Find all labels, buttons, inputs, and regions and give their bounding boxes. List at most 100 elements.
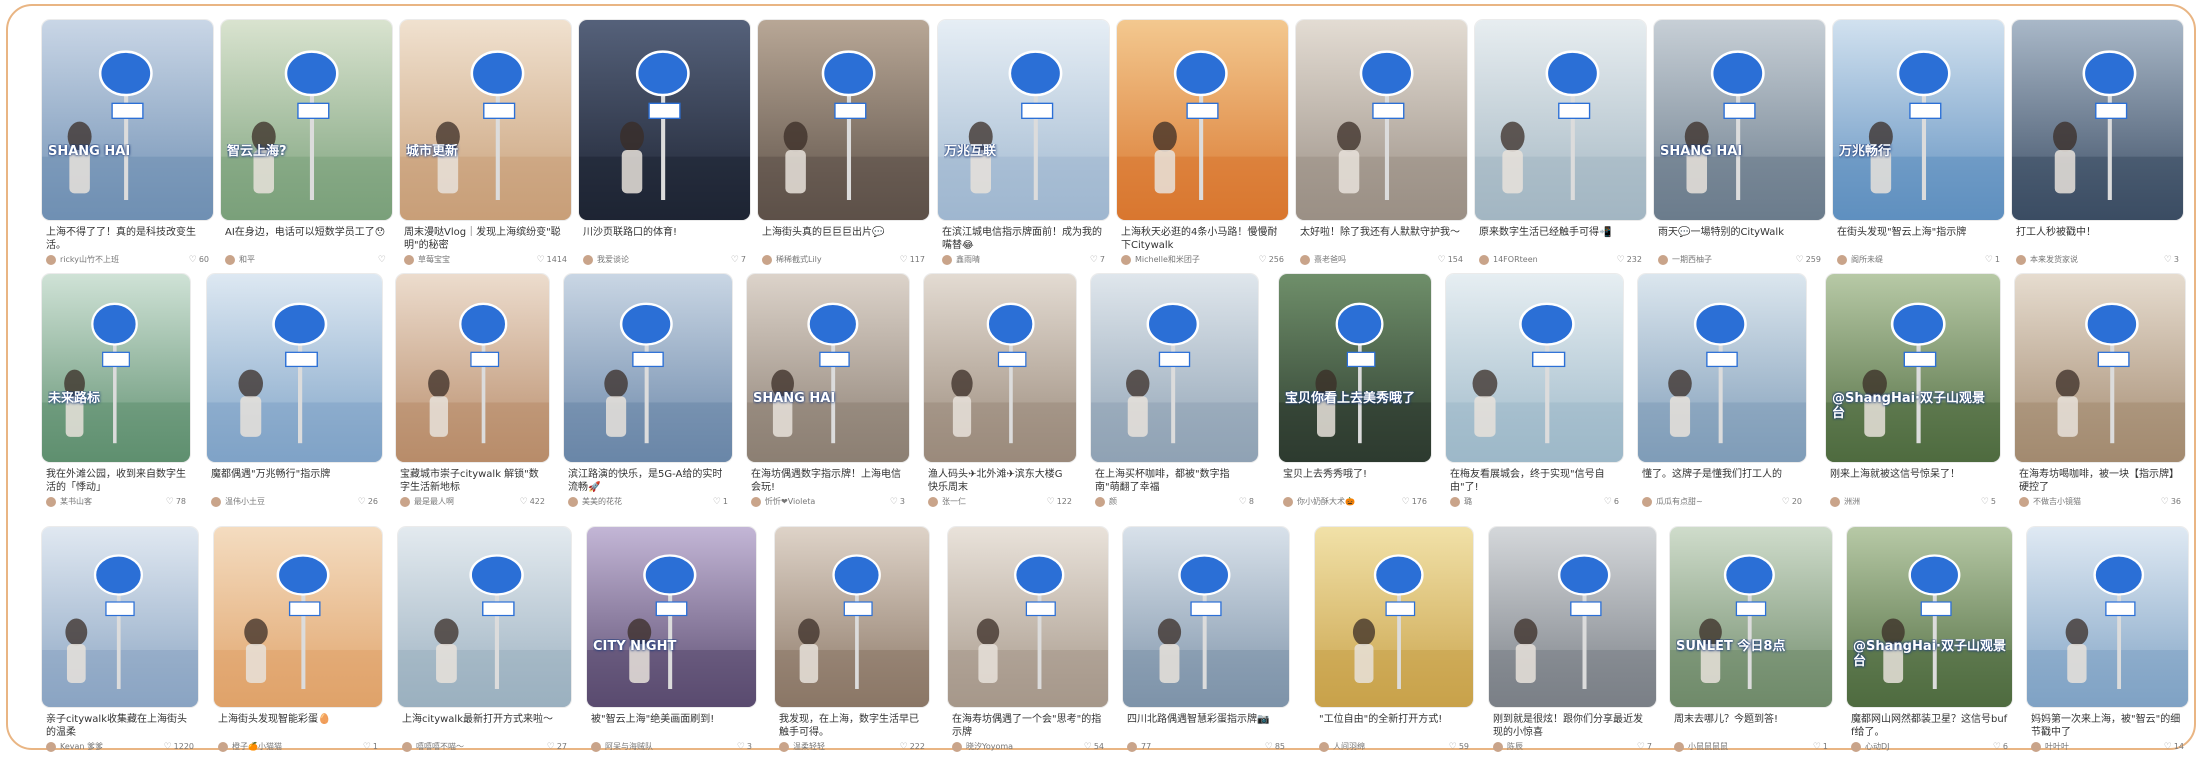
like-button[interactable]: ♡ 232 <box>1617 254 1642 266</box>
author-name[interactable]: 某书山客 <box>60 496 140 508</box>
author-name[interactable]: 14FORteen <box>1493 254 1596 266</box>
avatar[interactable] <box>404 255 414 265</box>
avatar[interactable] <box>779 742 789 752</box>
like-button[interactable]: ♡ 222 <box>900 741 925 753</box>
note-title[interactable]: 亲子citywalk收集藏在上海街头的温柔 <box>46 713 194 739</box>
like-button[interactable]: ♡ 1 <box>363 741 378 753</box>
like-button[interactable]: ♡ 8 <box>1239 496 1254 508</box>
like-button[interactable]: ♡ 85 <box>1265 741 1285 753</box>
like-button[interactable]: ♡ <box>378 254 388 266</box>
author-name[interactable]: 草莓宝宝 <box>418 254 521 266</box>
note-card[interactable]: 在上海买杯咖啡，都被"数字指南"萌翻了幸福颜 ♡ 8 <box>1091 274 1258 512</box>
note-cover-image[interactable] <box>1475 20 1646 220</box>
note-cover-image[interactable] <box>1117 20 1288 220</box>
note-title[interactable]: 滨江路演的快乐，是5G-A给的实时流畅🚀 <box>568 468 728 494</box>
note-card[interactable]: 打工人秒被戳中！ 本来发货家说 ♡ 3 <box>2012 20 2183 270</box>
note-cover-image[interactable] <box>1489 527 1656 707</box>
avatar[interactable] <box>952 742 962 752</box>
author-name[interactable]: 不做吉小镜猫 <box>2033 496 2135 508</box>
avatar[interactable] <box>225 255 235 265</box>
note-card[interactable]: 刚到就是很炫！跟你们分享最近发现的小惊喜 陈辰 ♡ 7 <box>1489 527 1656 757</box>
note-title[interactable]: 上海citywalk最新打开方式来啦～ <box>402 713 567 726</box>
avatar[interactable] <box>46 742 56 752</box>
note-cover-image[interactable] <box>207 274 382 462</box>
note-title[interactable]: 在梅友看展城会，终于实现"信号自由"了! <box>1450 468 1619 494</box>
avatar[interactable] <box>591 742 601 752</box>
author-name[interactable]: 阿呆与海贼队 <box>605 741 706 753</box>
note-title[interactable]: 妈妈第一次来上海，被"智云"的细节戳中了 <box>2031 713 2184 739</box>
note-card[interactable]: CITY NIGHT 被"智云上海"绝美画面刷到! 阿呆与海贼队 ♡ 3 <box>587 527 756 757</box>
author-name[interactable]: 嘻嘻嘻不喵～ <box>416 741 521 753</box>
note-card[interactable]: 太好啦！除了我还有人默默守护我～ 熹老爸吗 ♡ 154 <box>1296 20 1467 270</box>
like-button[interactable]: ♡ 54 <box>1084 741 1104 753</box>
note-cover-image[interactable]: 宝贝你看上去美秀哦了 <box>1279 274 1431 462</box>
note-title[interactable]: 原来数字生活已经触手可得📲 <box>1479 226 1642 239</box>
avatar[interactable] <box>2031 742 2041 752</box>
note-title[interactable]: 我发现，在上海，数字生活早已触手可得。 <box>779 713 925 739</box>
note-cover-image[interactable] <box>579 20 750 220</box>
author-name[interactable]: 晓汐Yoyoma <box>966 741 1058 753</box>
author-name[interactable]: 熹老爸吗 <box>1314 254 1417 266</box>
note-title[interactable]: 在海坊偶遇数字指示牌！上海电信会玩! <box>751 468 905 494</box>
note-title[interactable]: 川沙页联路口的体育! <box>583 226 746 239</box>
note-title[interactable]: 宝藏城市崇子citywalk 解锁"数字生活新地标 <box>400 468 545 494</box>
note-cover-image[interactable] <box>2027 527 2188 707</box>
like-button[interactable]: ♡ 36 <box>2161 496 2181 508</box>
note-title[interactable]: 在滨江城电信指示牌面前！成为我的嘴替😂 <box>942 226 1105 252</box>
note-card[interactable]: 在海寿坊喝咖啡，被一块【指示牌】硬控了 不做吉小镜猫 ♡ 36 <box>2015 274 2185 512</box>
like-button[interactable]: ♡ 6 <box>1993 741 2008 753</box>
note-title[interactable]: 在街头发现"智云上海"指示牌 <box>1837 226 2000 239</box>
author-name[interactable]: 璐 <box>1464 496 1573 508</box>
note-cover-image[interactable] <box>1091 274 1258 462</box>
note-title[interactable]: 上海不得了了！真的是科技改变生活。 <box>46 226 209 252</box>
note-title[interactable]: 在海寿坊偶遇了一个会"思考"的指示牌 <box>952 713 1104 739</box>
like-button[interactable]: ♡ 27 <box>547 741 567 753</box>
avatar[interactable] <box>1121 255 1131 265</box>
author-name[interactable]: 颜 <box>1109 496 1208 508</box>
note-card[interactable]: SHANG HAI 上海不得了了！真的是科技改变生活。 ricky山竹不上班 ♡ 60 <box>42 20 213 270</box>
note-cover-image[interactable]: 智云上海? <box>221 20 392 220</box>
like-button[interactable]: ♡ 259 <box>1796 254 1821 266</box>
note-card[interactable]: 魔都偶遇"万兆畅行"指示牌 温伟小土豆 ♡ 26 <box>207 274 382 512</box>
avatar[interactable] <box>942 255 952 265</box>
note-title[interactable]: 宝贝上去秀秀哦了! <box>1283 468 1427 481</box>
like-button[interactable]: ♡ 60 <box>189 254 209 266</box>
note-card[interactable]: 智云上海? AI在身边，电话可以短数学员工了😯 和平 ♡ <box>221 20 392 270</box>
avatar[interactable] <box>1493 742 1503 752</box>
author-name[interactable]: 和平 <box>239 254 342 266</box>
note-card[interactable]: 上海citywalk最新打开方式来啦～ 嘻嘻嘻不喵～ ♡ 27 <box>398 527 571 757</box>
like-button[interactable]: ♡ 7 <box>1090 254 1105 266</box>
like-button[interactable]: ♡ 6 <box>1604 496 1619 508</box>
like-button[interactable]: ♡ 1220 <box>164 741 194 753</box>
author-name[interactable]: 一期西柚子 <box>1672 254 1775 266</box>
like-button[interactable]: ♡ 122 <box>1047 496 1072 508</box>
author-name[interactable]: Kevan 爹爹 <box>60 741 148 753</box>
note-card[interactable]: 未来路标 我在外滩公园，收到来自数字生活的「悸动」 某书山客 ♡ 78 <box>42 274 190 512</box>
like-button[interactable]: ♡ 422 <box>520 496 545 508</box>
note-card[interactable]: "工位自由"的全新打开方式! 人间羽绵 ♡ 59 <box>1315 527 1473 757</box>
note-card[interactable]: 在梅友看展城会，终于实现"信号自由"了! 璐 ♡ 6 <box>1446 274 1623 512</box>
author-name[interactable]: 洲洲 <box>1844 496 1950 508</box>
avatar[interactable] <box>46 497 56 507</box>
like-button[interactable]: ♡ 26 <box>358 496 378 508</box>
note-card[interactable]: 渔人码头✈北外滩✈滨东大楼G快乐周末 张一仁 ♡ 122 <box>924 274 1076 512</box>
note-card[interactable]: 川沙页联路口的体育! 我爱谈论 ♡ 7 <box>579 20 750 270</box>
note-title[interactable]: 上海街头真的巨巨巨出片💬 <box>762 226 925 239</box>
note-card[interactable]: 上海秋天必逛的4条小马路！慢慢耐下Citywalk Michelle和米团子 ♡ 25… <box>1117 20 1288 270</box>
author-name[interactable]: 人间羽绵 <box>1333 741 1423 753</box>
like-button[interactable]: ♡ 14 <box>2164 741 2184 753</box>
author-name[interactable]: 瓜瓜有点甜~ <box>1656 496 1756 508</box>
avatar[interactable] <box>928 497 938 507</box>
note-cover-image[interactable] <box>2015 274 2185 462</box>
note-title[interactable]: 在上海买杯咖啡，都被"数字指南"萌翻了幸福 <box>1095 468 1254 494</box>
note-title[interactable]: 太好啦！除了我还有人默默守护我～ <box>1300 226 1463 239</box>
author-name[interactable]: 鑫雨晴 <box>956 254 1059 266</box>
avatar[interactable] <box>211 497 221 507</box>
note-title[interactable]: 魔都网山网然都装卫星？这信号buff给了。 <box>1851 713 2008 739</box>
author-name[interactable]: 叶叶叶 <box>2045 741 2138 753</box>
note-title[interactable]: AI在身边，电话可以短数学员工了😯 <box>225 226 388 239</box>
author-name[interactable]: 本来发货家说 <box>2030 254 2133 266</box>
note-title[interactable]: 懂了。这牌子是懂我们打工人的 <box>1642 468 1802 481</box>
avatar[interactable] <box>1479 255 1489 265</box>
note-title[interactable]: 周末漫哒Vlog｜发现上海缤纷变"聪明"的秘密 <box>404 226 567 252</box>
